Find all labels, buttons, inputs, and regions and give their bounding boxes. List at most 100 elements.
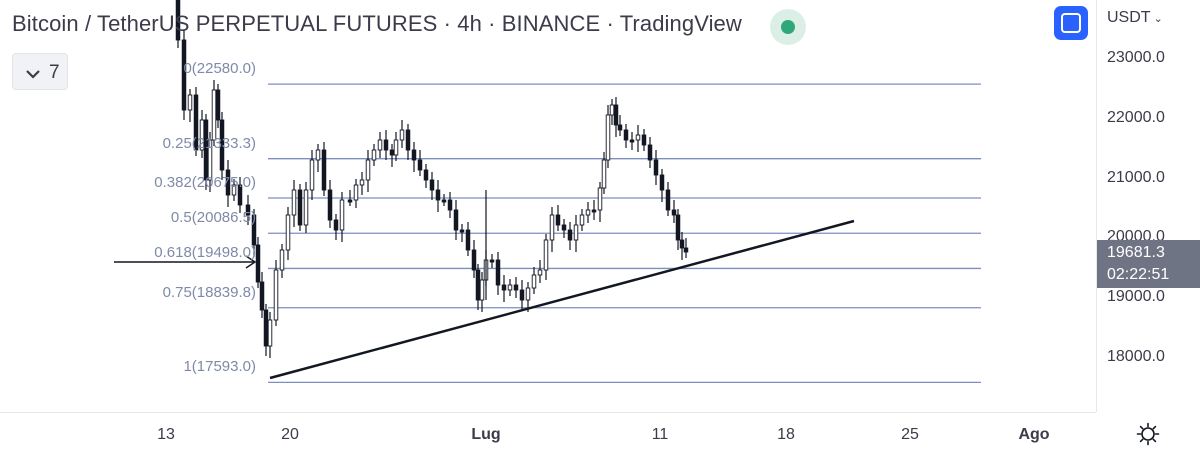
candle-countdown: 02:22:51 xyxy=(1107,266,1170,283)
gear-icon[interactable] xyxy=(1136,422,1160,446)
candle-body xyxy=(653,159,659,176)
candle-body xyxy=(309,159,315,191)
candle-body xyxy=(537,269,543,276)
candle-body xyxy=(187,94,193,111)
candle-body xyxy=(353,184,359,201)
candle-body xyxy=(359,179,365,186)
candle-body xyxy=(475,269,481,301)
candle-body xyxy=(659,174,665,191)
candle-body xyxy=(459,229,465,233)
candle-body xyxy=(635,134,641,141)
chart-header: Bitcoin / TetherUS PERPETUAL FUTURES · 4… xyxy=(0,0,1096,52)
candle-body xyxy=(489,259,495,263)
trendline xyxy=(269,219,855,380)
live-dot xyxy=(781,20,795,34)
candle-body xyxy=(479,279,485,301)
price-tick-label: 19000.0 xyxy=(1107,288,1165,306)
time-tick-label: 20 xyxy=(281,426,299,443)
price-tick-label: 18000.0 xyxy=(1107,348,1165,365)
candle-body xyxy=(585,209,591,216)
candle-body xyxy=(453,209,459,231)
current-price: 19681.3 xyxy=(1107,244,1165,261)
candle-body xyxy=(279,249,285,271)
candle-body xyxy=(675,214,681,241)
candle-body xyxy=(291,189,297,216)
fullscreen-button[interactable] xyxy=(1054,6,1088,40)
candle-body xyxy=(513,284,519,291)
price-chart[interactable] xyxy=(0,0,1096,412)
indicators-toggle-button[interactable]: 7 xyxy=(12,53,68,90)
chevron-down-icon: ⌄ xyxy=(1153,13,1163,25)
symbol-title[interactable]: Bitcoin / TetherUS PERPETUAL FUTURES · 4… xyxy=(12,11,742,37)
fib-level-label: 0.5(20086.5) xyxy=(170,209,256,227)
candle-body xyxy=(597,187,603,211)
time-tick-label: Lug xyxy=(471,426,501,443)
candle-body xyxy=(525,287,531,301)
candle-body xyxy=(297,189,303,226)
candle-body xyxy=(365,159,371,181)
price-tick-label: 23000.0 xyxy=(1107,49,1165,66)
time-tick-label: 18 xyxy=(777,426,795,443)
candle-body xyxy=(609,104,615,116)
fibonacci-levels xyxy=(268,83,981,383)
candle-body xyxy=(377,139,383,151)
candle-body xyxy=(549,214,555,241)
candle-body xyxy=(629,139,635,143)
time-tick-label: Ago xyxy=(1018,426,1050,443)
indicators-count: 7 xyxy=(49,62,60,83)
candle-body xyxy=(601,159,607,189)
candle-body xyxy=(665,189,671,211)
time-tick-label: 25 xyxy=(901,426,919,443)
fib-level-label: 1(17593.0) xyxy=(183,358,256,376)
fib-level-label: 0.618(19498.0) xyxy=(154,244,256,262)
candle-body xyxy=(267,319,273,347)
candle-body xyxy=(501,284,507,291)
candle-body xyxy=(647,144,653,161)
candle-body xyxy=(429,179,435,191)
candle-body xyxy=(555,214,561,226)
candle-body xyxy=(671,209,677,216)
candle-body xyxy=(255,244,261,283)
candle-body xyxy=(215,89,221,121)
price-tick-label: 22000.0 xyxy=(1107,108,1165,126)
candle-body xyxy=(519,289,525,301)
price-scale[interactable]: USDT ⌄ 23000.0 22000.0 21000.0 20000.0 19000.… xyxy=(1096,0,1200,412)
candle-body xyxy=(321,149,327,191)
candle-body xyxy=(399,129,405,141)
candle-body xyxy=(591,209,597,213)
fullscreen-icon xyxy=(1061,13,1081,33)
candle-body xyxy=(333,219,339,231)
current-price-badge: 19681.3 02:22:51 xyxy=(1097,240,1200,288)
candle-body xyxy=(605,114,611,161)
time-tick-label: 13 xyxy=(157,426,175,443)
candle-body xyxy=(683,247,689,253)
candle-body xyxy=(339,199,345,231)
candle-body xyxy=(327,189,333,221)
candle-body xyxy=(641,134,647,146)
candle-body xyxy=(617,124,623,131)
candle-body xyxy=(465,229,471,251)
candle-body xyxy=(411,149,417,161)
candle-body xyxy=(389,149,395,156)
fib-level-label: 0.382(20675.0) xyxy=(154,174,256,192)
candle-body xyxy=(567,229,573,241)
chart-widget[interactable]: 0(22580.0) 0.25(21333.3) 0.382(20675.0) 0.5… xyxy=(0,0,1200,454)
candle-body xyxy=(679,239,685,249)
candle-body xyxy=(531,274,537,289)
candle-body xyxy=(435,189,441,201)
currency-selector[interactable]: USDT ⌄ xyxy=(1107,9,1163,27)
candle-body xyxy=(579,214,585,226)
candle-body xyxy=(423,169,429,181)
time-axis[interactable]: 13 20 Lug 11 18 25 Ago xyxy=(0,412,1096,455)
candle-body xyxy=(303,189,309,226)
candle-body xyxy=(383,139,389,151)
candle-body xyxy=(285,214,291,251)
price-tick-label: 21000.0 xyxy=(1107,168,1165,186)
candle-body xyxy=(315,149,321,161)
candle-body xyxy=(371,149,377,161)
time-tick-label: 11 xyxy=(651,426,669,443)
fib-level-label: 0.75(18839.8) xyxy=(162,283,256,301)
currency-label: USDT xyxy=(1107,9,1151,26)
candle-body xyxy=(211,89,217,141)
candle-body xyxy=(259,281,265,311)
